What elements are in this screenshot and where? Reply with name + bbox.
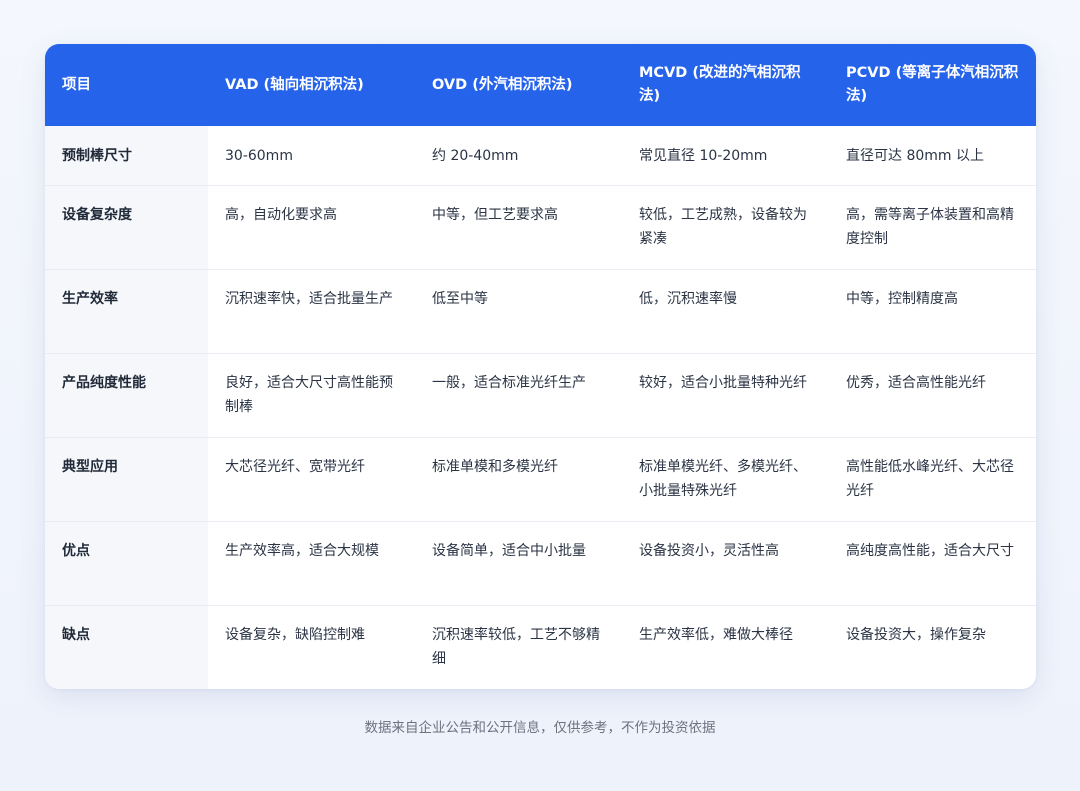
header-item: 项目 <box>62 76 91 93</box>
row-label: 产品纯度性能 <box>45 353 208 437</box>
table-cell: 设备复杂，缺陷控制难 <box>225 626 365 643</box>
table-cell: 沉积速率较低，工艺不够精细 <box>432 626 600 667</box>
table-cell: 生产效率低，难做大棒径 <box>639 626 793 643</box>
table-cell: 标准单模和多模光纤 <box>432 458 558 475</box>
header-ovd: OVD (外汽相沉积法) <box>432 76 573 93</box>
header-row: 项目 VAD (轴向相沉积法) OVD (外汽相沉积法) MCVD (改进的汽相… <box>45 44 1036 126</box>
table-cell: 高纯度高性能，适合大尺寸 <box>846 542 1014 559</box>
disclaimer-footer: 数据来自企业公告和公开信息，仅供参考，不作为投资依据 <box>364 720 716 736</box>
table-cell: 低，沉积速率慢 <box>639 290 737 307</box>
table-cell: 较好，适合小批量特种光纤 <box>639 374 807 391</box>
table-row: 预制棒尺寸 30-60mm 约 20-40mm 常见直径 10-20mm 直径可… <box>45 126 1036 185</box>
table-row: 优点 生产效率高，适合大规模 设备简单，适合中小批量 设备投资小，灵活性高 高纯… <box>45 521 1036 605</box>
table-cell: 较低，工艺成熟，设备较为紧凑 <box>639 206 807 247</box>
table-row: 典型应用 大芯径光纤、宽带光纤 标准单模和多模光纤 标准单模光纤、多模光纤、小批… <box>45 437 1036 521</box>
table-row: 产品纯度性能 良好，适合大尺寸高性能预制棒 一般，适合标准光纤生产 较好，适合小… <box>45 353 1036 437</box>
row-label: 典型应用 <box>45 437 208 521</box>
table-cell: 高，需等离子体装置和高精度控制 <box>846 206 1014 247</box>
table-cell: 高性能低水峰光纤、大芯径光纤 <box>846 458 1014 499</box>
process-comparison-table: 项目 VAD (轴向相沉积法) OVD (外汽相沉积法) MCVD (改进的汽相… <box>45 44 1036 689</box>
row-label: 设备复杂度 <box>45 185 208 269</box>
table-cell: 约 20-40mm <box>432 148 519 164</box>
table-cell: 一般，适合标准光纤生产 <box>432 374 586 391</box>
row-label: 预制棒尺寸 <box>45 126 208 185</box>
table-cell: 良好，适合大尺寸高性能预制棒 <box>225 374 393 415</box>
table-cell: 直径可达 80mm 以上 <box>846 148 984 164</box>
header-mcvd: MCVD (改进的汽相沉积法) <box>639 65 801 104</box>
row-label: 优点 <box>45 521 208 605</box>
table-cell: 常见直径 10-20mm <box>639 148 768 164</box>
table-cell: 标准单模光纤、多模光纤、小批量特殊光纤 <box>639 458 807 499</box>
table-cell: 中等，但工艺要求高 <box>432 206 558 223</box>
table-cell: 沉积速率快，适合批量生产 <box>225 290 393 307</box>
table-cell: 30-60mm <box>225 148 293 164</box>
row-label: 生产效率 <box>45 269 208 353</box>
table-cell: 大芯径光纤、宽带光纤 <box>225 458 365 475</box>
table-row: 设备复杂度 高，自动化要求高 中等，但工艺要求高 较低，工艺成熟，设备较为紧凑 … <box>45 185 1036 269</box>
table-cell: 设备简单，适合中小批量 <box>432 542 586 559</box>
table-row: 缺点 设备复杂，缺陷控制难 沉积速率较低，工艺不够精细 生产效率低，难做大棒径 … <box>45 605 1036 689</box>
header-vad: VAD (轴向相沉积法) <box>225 76 364 93</box>
header-pcvd: PCVD (等离子体汽相沉积法) <box>846 65 1019 104</box>
table-cell: 优秀，适合高性能光纤 <box>846 374 986 391</box>
table-row: 生产效率 沉积速率快，适合批量生产 低至中等 低，沉积速率慢 中等，控制精度高 <box>45 269 1036 353</box>
row-label: 缺点 <box>45 605 208 689</box>
table-cell: 高，自动化要求高 <box>225 206 337 223</box>
table-cell: 设备投资大，操作复杂 <box>846 626 986 643</box>
table-cell: 低至中等 <box>432 290 488 307</box>
table-cell: 设备投资小，灵活性高 <box>639 542 779 559</box>
table-cell: 中等，控制精度高 <box>846 290 958 307</box>
comparison-card: 项目 VAD (轴向相沉积法) OVD (外汽相沉积法) MCVD (改进的汽相… <box>45 44 1036 689</box>
table-header: 项目 VAD (轴向相沉积法) OVD (外汽相沉积法) MCVD (改进的汽相… <box>45 44 1036 126</box>
table-body: 预制棒尺寸 30-60mm 约 20-40mm 常见直径 10-20mm 直径可… <box>45 126 1036 689</box>
table-cell: 生产效率高，适合大规模 <box>225 542 379 559</box>
